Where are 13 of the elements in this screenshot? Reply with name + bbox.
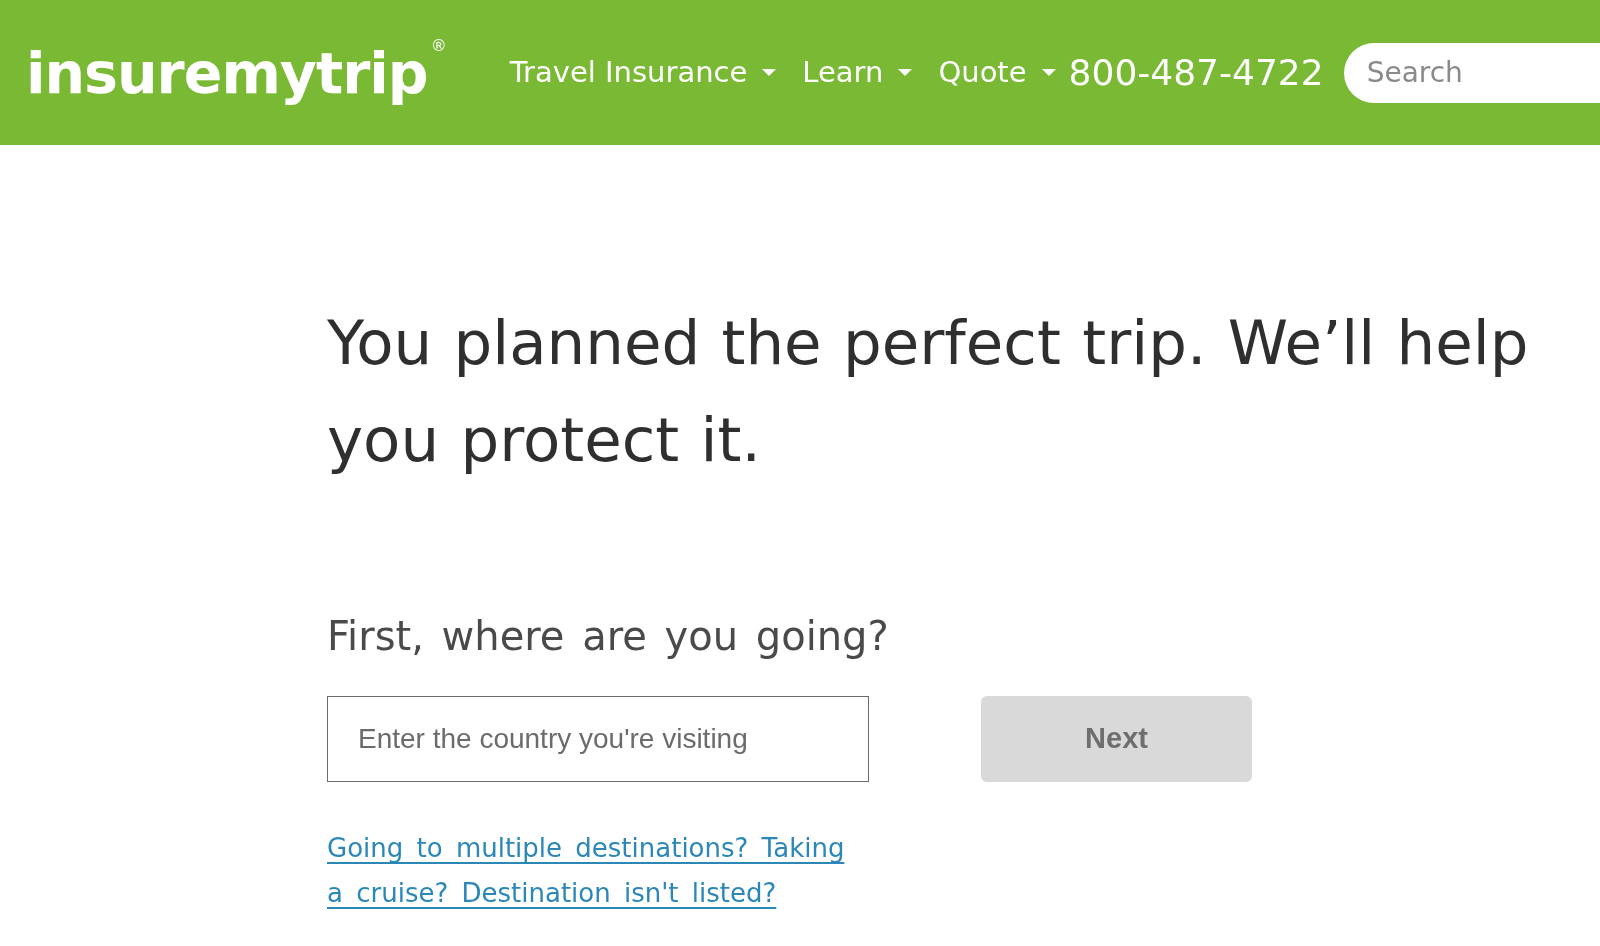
nav-menu-item[interactable]: Quote <box>938 58 1056 87</box>
caret-icon <box>1041 69 1056 76</box>
search-field[interactable]: Search <box>1343 42 1600 103</box>
headline: You planned the perfect trip. We’ll help you protect it. <box>327 306 1530 477</box>
nav-menu-item[interactable]: Learn <box>802 58 913 87</box>
destination-input[interactable]: Enter the country you're visiting <box>327 696 869 782</box>
caret-icon <box>762 69 777 76</box>
question-text: First, where are you going? <box>327 612 890 661</box>
caret-icon <box>898 69 913 76</box>
phone-number: 800-487-4722 <box>1068 54 1324 91</box>
logo-link[interactable]: insuremytrip$^{®}$ <box>26 30 446 115</box>
nav-menu-item[interactable]: Travel Insurance <box>509 58 777 87</box>
help-link[interactable]: Going to multiple destinations? Taking a cruise? Destination isn't listed? <box>327 826 867 916</box>
